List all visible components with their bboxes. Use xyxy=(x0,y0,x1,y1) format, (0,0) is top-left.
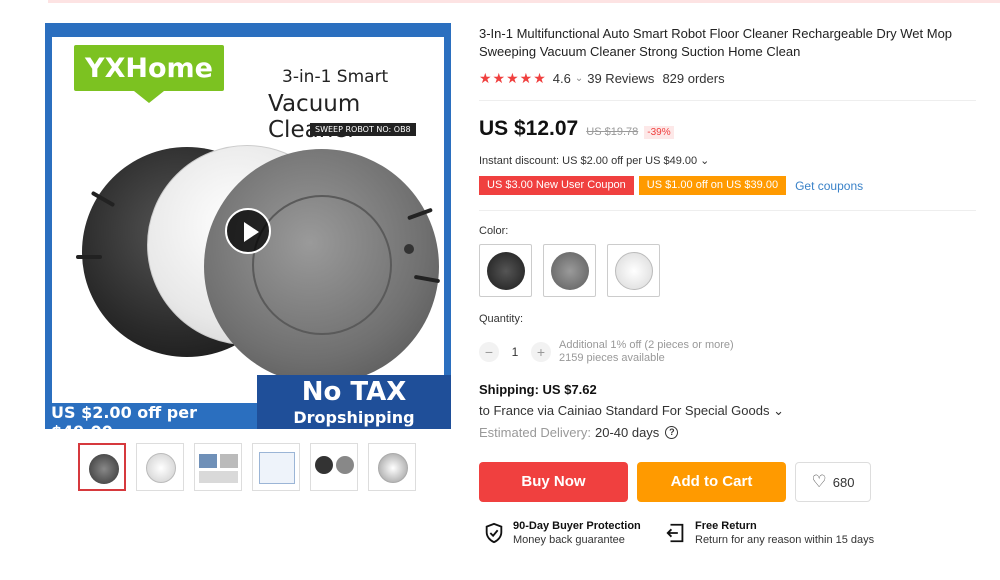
thumbnail-item[interactable] xyxy=(194,443,242,491)
thumbnail-strip xyxy=(78,443,416,491)
rating-stars: ★★★★★ xyxy=(479,69,547,86)
thumbnail-spec-grid xyxy=(259,452,295,484)
thumbnail-item[interactable] xyxy=(368,443,416,491)
shipping-cost: Shipping: US $7.62 xyxy=(479,382,597,397)
robot-button xyxy=(404,244,414,254)
thumbnail-video[interactable] xyxy=(78,443,126,491)
swatch-robot-black xyxy=(487,252,525,290)
rating-row: ★★★★★ 4.6 ⌄ 39 Reviews 829 orders xyxy=(479,69,725,87)
return-icon xyxy=(666,523,684,543)
promo-dropshipping: Dropshipping xyxy=(293,408,415,427)
rating-value[interactable]: 4.6 xyxy=(553,71,571,86)
color-swatch-white[interactable] xyxy=(607,244,660,297)
product-title: 3-In-1 Multifunctional Auto Smart Robot … xyxy=(479,26,953,59)
estimated-delivery: Estimated Delivery: 20-40 days ? xyxy=(479,425,679,440)
color-options xyxy=(479,244,660,297)
quantity-stepper: − 1 + Additional 1% off (2 pieces or mor… xyxy=(479,339,734,365)
quantity-info: Additional 1% off (2 pieces or more) 215… xyxy=(559,339,734,365)
free-return: Free Return Return for any reason within… xyxy=(665,519,874,547)
promo-discount-text: US $2.00 off per $49.00 xyxy=(51,403,197,429)
color-swatch-grey[interactable] xyxy=(543,244,596,297)
image-title-small: 3-in-1 Smart xyxy=(282,67,389,87)
promo-no-tax-box: No TAX Dropshipping xyxy=(257,375,451,429)
wishlist-button[interactable]: ♡ 680 xyxy=(795,462,871,502)
delivery-label: Estimated Delivery: xyxy=(479,425,591,440)
original-price: US $19.78 xyxy=(586,126,639,138)
help-icon[interactable]: ? xyxy=(665,426,679,439)
quantity-input[interactable]: 1 xyxy=(499,345,531,359)
thumbnail-feature-block xyxy=(199,471,238,483)
thumbnail-item[interactable] xyxy=(252,443,300,491)
brush-bristle xyxy=(76,255,102,259)
play-icon[interactable] xyxy=(225,208,271,254)
thumbnail-feature-block xyxy=(220,454,238,468)
delivery-days: 20-40 days xyxy=(594,425,660,440)
swatch-robot-white xyxy=(615,252,653,290)
thumbnail-robot xyxy=(378,453,408,483)
buy-now-button[interactable]: Buy Now xyxy=(479,462,628,502)
current-price: US $12.07 xyxy=(479,117,579,140)
main-product-image[interactable]: YXHome 3-in-1 Smart Vacuum Cleaner SWEEP… xyxy=(45,23,451,429)
add-to-cart-button[interactable]: Add to Cart xyxy=(637,462,786,502)
wishlist-count: 680 xyxy=(832,474,855,490)
brand-banner: YXHome xyxy=(74,45,224,103)
free-return-title: Free Return xyxy=(695,520,757,532)
heart-icon: ♡ xyxy=(811,472,827,491)
divider xyxy=(479,210,976,211)
thumbnail-feature-block xyxy=(199,454,217,468)
shield-check-icon xyxy=(485,522,503,544)
thumbnail-robot xyxy=(89,454,119,484)
thumbnail-item[interactable] xyxy=(310,443,358,491)
buyer-protection-title: 90-Day Buyer Protection xyxy=(513,520,641,532)
quantity-increase-button[interactable]: + xyxy=(531,342,551,362)
thumbnail-robot xyxy=(315,456,333,474)
stock-available: 2159 pieces available xyxy=(559,352,665,364)
instant-discount[interactable]: Instant discount: US $2.00 off per US $4… xyxy=(479,154,709,167)
robot-grey-illustration xyxy=(204,149,439,384)
thumbnail-item[interactable] xyxy=(136,443,184,491)
quantity-decrease-button[interactable]: − xyxy=(479,342,499,362)
quantity-label: Quantity: xyxy=(479,313,524,325)
get-coupons-link[interactable]: Get coupons xyxy=(795,179,863,193)
buyer-protection-subtitle: Money back guarantee xyxy=(513,534,625,546)
coupon-row: US $3.00 New User Coupon US $1.00 off on… xyxy=(479,176,863,195)
thumbnail-robot xyxy=(146,453,176,483)
thumbnail-robot xyxy=(336,456,354,474)
coupon-new-user[interactable]: US $3.00 New User Coupon xyxy=(479,176,634,195)
robot-lid xyxy=(252,195,392,335)
divider xyxy=(479,100,976,101)
color-swatch-black[interactable] xyxy=(479,244,532,297)
free-return-subtitle: Return for any reason within 15 days xyxy=(695,534,875,546)
image-model-tag: SWEEP ROBOT NO: OB8 xyxy=(310,123,416,136)
brand-name: YXHome xyxy=(85,53,213,84)
coupon-store[interactable]: US $1.00 off on US $39.00 xyxy=(638,176,787,195)
price-row: US $12.07 US $19.78 -39% xyxy=(479,117,674,141)
discount-badge: -39% xyxy=(644,126,674,139)
chevron-down-icon[interactable]: ⌄ xyxy=(575,73,583,84)
buyer-protection: 90-Day Buyer Protection Money back guara… xyxy=(483,519,641,547)
reviews-link[interactable]: 39 Reviews xyxy=(587,71,654,86)
color-label: Color: xyxy=(479,225,509,237)
shipping-method-select[interactable]: to France via Cainiao Standard For Speci… xyxy=(479,403,784,419)
swatch-robot-grey xyxy=(551,252,589,290)
orders-count: 829 orders xyxy=(662,70,725,86)
promo-no-tax: No TAX xyxy=(301,377,407,407)
bulk-discount-note: Additional 1% off (2 pieces or more) xyxy=(559,339,734,351)
top-accent-strip xyxy=(48,0,1000,3)
